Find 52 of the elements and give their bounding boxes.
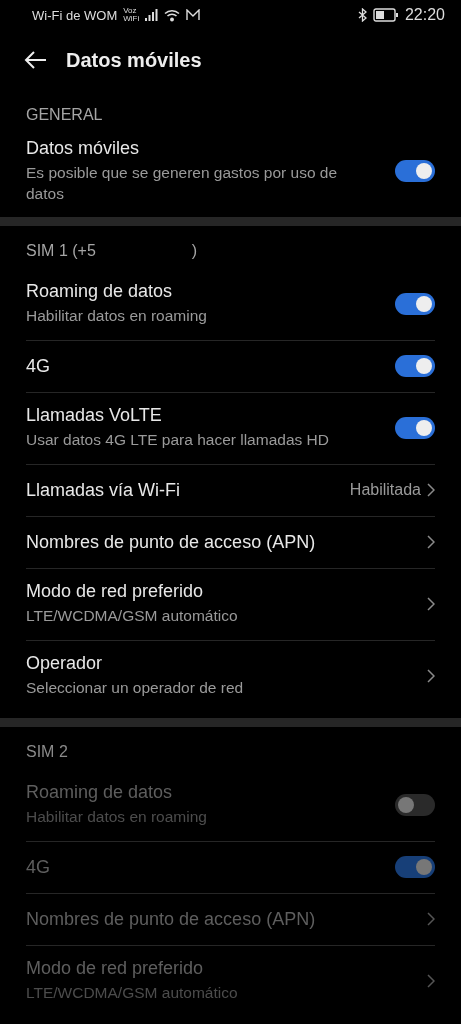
toggle-switch[interactable]: [395, 355, 435, 378]
row-value: Habilitada: [349, 481, 421, 500]
row-title: Modo de red preferido: [26, 958, 205, 980]
row-title: Roaming de datos: [26, 280, 174, 302]
section-header: GENERAL: [26, 106, 103, 124]
settings-row[interactable]: Operador Seleccionar un operador de red: [26, 639, 435, 712]
chevron-icon: [427, 597, 435, 612]
row-title: Nombres de punto de acceso (APN): [26, 908, 317, 930]
row-subtitle: Habilitar datos en roaming: [26, 305, 208, 326]
row-title: Modo de red preferido: [26, 581, 205, 603]
section-header-suffix: ): [191, 241, 198, 260]
toggle-switch[interactable]: [395, 160, 435, 183]
section-header: SIM 2: [26, 742, 68, 761]
chevron-icon: [427, 912, 435, 927]
row-title: Llamadas VoLTE: [26, 405, 163, 427]
voz-wifi-label: Voz WiFi: [123, 7, 140, 23]
row-subtitle: Es posible que se generen gastos por uso de datos: [26, 163, 339, 204]
mail-icon: [186, 9, 201, 21]
page-title: Datos móviles: [66, 48, 202, 72]
row-subtitle: Habilitar datos en roaming: [26, 806, 208, 827]
wifi-icon: [164, 8, 181, 22]
row-title: 4G: [26, 856, 51, 878]
settings-row[interactable]: Roaming de datos Habilitar datos en roaming: [26, 267, 435, 340]
row-title: 4G: [26, 355, 51, 377]
settings-row[interactable]: Nombres de punto de acceso (APN): [26, 515, 435, 568]
settings-row[interactable]: Llamadas vía Wi-Fi Habilitada: [26, 463, 435, 516]
row-title: Nombres de punto de acceso (APN): [26, 531, 317, 553]
toggle-switch[interactable]: [395, 292, 435, 315]
chevron-icon: [427, 669, 435, 684]
carrier-name: Wi-Fi de WOM: [32, 7, 118, 23]
row-subtitle: Usar datos 4G LTE para hacer llamadas HD: [26, 430, 330, 451]
settings-row[interactable]: Modo de red preferido LTE/WCDMA/GSM automático: [26, 567, 435, 640]
chevron-icon: [427, 974, 435, 989]
chevron-icon: [427, 483, 435, 498]
battery-icon: [372, 8, 399, 22]
back-arrow-icon[interactable]: [24, 50, 48, 70]
row-title: Datos móviles: [26, 138, 141, 159]
row-title: Llamadas vía Wi-Fi: [26, 479, 182, 501]
row-subtitle: Seleccionar un operador de red: [26, 678, 245, 699]
toggle-switch[interactable]: [395, 417, 435, 440]
bluetooth-icon: [357, 8, 367, 22]
row-subtitle: LTE/WCDMA/GSM automático: [26, 606, 239, 627]
section-header: SIM 1 (+5: [26, 241, 96, 260]
settings-row[interactable]: Llamadas VoLTE Usar datos 4G LTE para hacer llamadas HD: [26, 391, 435, 464]
chevron-icon: [427, 535, 435, 550]
settings-row[interactable]: 4G: [26, 339, 435, 392]
signal-icon: [145, 9, 159, 21]
row-subtitle: LTE/WCDMA/GSM automático: [26, 983, 239, 1004]
settings-row[interactable]: Datos móviles Es posible que se generen gastos por uso de datos: [26, 132, 435, 211]
row-title: Roaming de datos: [26, 781, 174, 803]
row-title: Operador: [26, 653, 104, 675]
clock-time: 22:20: [404, 6, 445, 24]
